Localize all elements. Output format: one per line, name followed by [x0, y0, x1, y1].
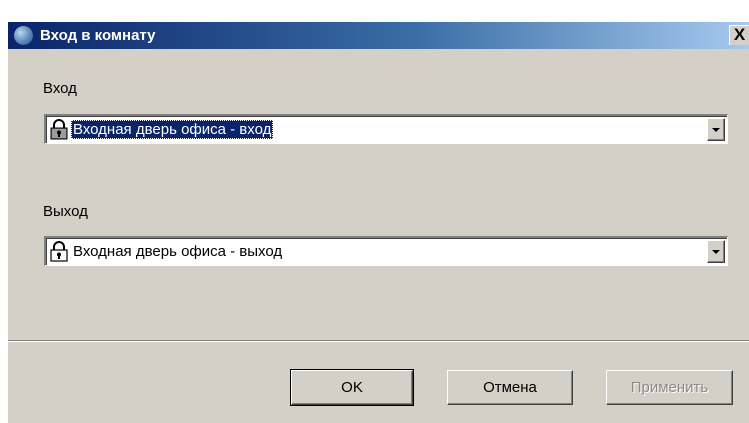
- entry-label: Вход: [43, 80, 77, 97]
- lock-icon: [50, 119, 68, 140]
- ok-button[interactable]: OK: [290, 369, 414, 406]
- exit-select[interactable]: Входная дверь офиса - выход: [44, 236, 728, 266]
- footer-divider: [8, 340, 749, 342]
- exit-dropdown-button[interactable]: [707, 240, 725, 263]
- chevron-down-icon: [712, 128, 720, 132]
- entry-selected-value: Входная дверь офиса - вход: [71, 120, 274, 139]
- exit-selected-value: Входная дверь офиса - выход: [73, 243, 283, 260]
- entry-dropdown-button[interactable]: [707, 118, 725, 141]
- entry-select[interactable]: Входная дверь офиса - вход: [44, 114, 728, 144]
- window-title: Вход в комнату: [40, 27, 156, 44]
- cancel-button[interactable]: Отмена: [447, 370, 573, 405]
- app-globe-icon: [14, 26, 33, 45]
- lock-icon: [50, 241, 68, 262]
- apply-button[interactable]: Применить: [606, 370, 733, 405]
- close-button[interactable]: X: [729, 25, 749, 45]
- chevron-down-icon: [712, 250, 720, 254]
- exit-label: Выход: [43, 203, 88, 220]
- title-bar[interactable]: Вход в комнату X: [8, 22, 749, 49]
- room-entry-dialog: Вход в комнату X Вход Входная дверь офис…: [8, 22, 749, 423]
